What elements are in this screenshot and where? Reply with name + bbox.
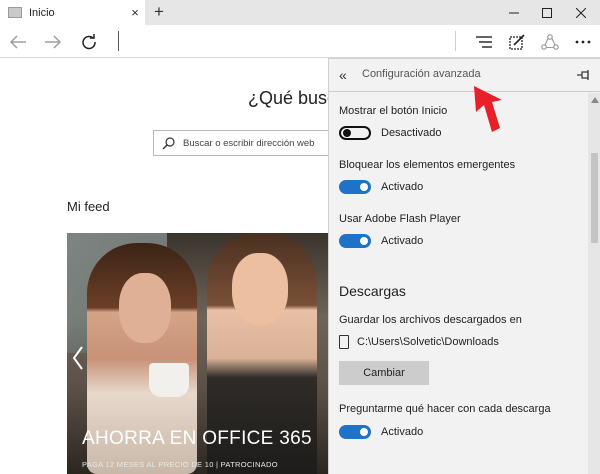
toggle-switch[interactable] [339, 126, 371, 140]
annotation-arrow-icon [474, 86, 502, 132]
toggle-switch[interactable] [339, 425, 371, 439]
tab-inicio[interactable]: Inicio × [0, 0, 145, 25]
scroll-thumb[interactable] [591, 153, 598, 243]
page-heading: ¿Qué busc [248, 88, 337, 108]
advanced-settings-panel: « Configuración avanzada Mostrar el botó… [328, 58, 600, 474]
feed-card[interactable]: AHORRA EN OFFICE 365 PAGA 12 MESES AL PR… [67, 233, 329, 474]
card-subtitle: PAGA 12 MESES AL PRECIO DE 10 | PATROCIN… [82, 460, 278, 469]
tab-close-button[interactable]: × [125, 5, 145, 20]
toggle-state: Activado [381, 426, 424, 438]
photo-face [232, 253, 288, 325]
arrow-right-icon [45, 35, 61, 48]
forward-nav-button[interactable] [38, 25, 68, 58]
refresh-button[interactable] [74, 25, 104, 58]
hub-button[interactable] [469, 25, 499, 58]
photo-cup [149, 363, 189, 397]
toggle-state: Activado [381, 181, 424, 193]
setting-label-home-button: Mostrar el botón Inicio [339, 105, 448, 117]
change-folder-button[interactable]: Cambiar [339, 361, 429, 385]
more-button[interactable] [568, 25, 598, 58]
downloads-heading: Descargas [339, 283, 406, 299]
toggle-state: Desactivado [381, 127, 442, 139]
web-note-button[interactable] [502, 25, 532, 58]
minimize-icon [508, 12, 519, 13]
scroll-up-icon[interactable] [591, 97, 599, 103]
toggle-state: Activado [381, 235, 424, 247]
share-icon [541, 33, 559, 50]
toggle-ask-each-download[interactable]: Activado [339, 424, 423, 440]
toggle-popups[interactable]: Activado [339, 179, 423, 195]
page-icon [8, 7, 22, 18]
minimize-button[interactable] [497, 0, 530, 25]
web-note-icon [509, 33, 525, 50]
arrow-left-icon [10, 35, 26, 48]
setting-label-flash: Usar Adobe Flash Player [339, 213, 461, 225]
new-tab-button[interactable]: + [147, 2, 171, 24]
setting-label-popups: Bloquear los elementos emergentes [339, 159, 516, 171]
refresh-icon [82, 33, 96, 49]
card-title: AHORRA EN OFFICE 365 [82, 428, 312, 449]
panel-header: « Configuración avanzada [329, 59, 600, 92]
share-button[interactable] [535, 25, 565, 58]
pin-icon[interactable] [577, 69, 591, 81]
chevron-left-icon[interactable] [71, 345, 85, 371]
ask-each-download-label: Preguntarme qué hacer con cada descarga [339, 403, 551, 415]
toolbar-divider [455, 31, 456, 51]
folder-icon [339, 335, 349, 349]
search-input[interactable]: Buscar o escribir dirección web [153, 130, 353, 156]
feed-heading: Mi feed [67, 199, 110, 214]
more-icon [575, 40, 591, 43]
toggle-switch[interactable] [339, 234, 371, 248]
downloads-path: C:\Users\Solvetic\Downloads [357, 336, 499, 348]
maximize-button[interactable] [530, 0, 563, 25]
toggle-home-button[interactable]: Desactivado [339, 125, 442, 141]
toggle-switch[interactable] [339, 180, 371, 194]
tab-title: Inicio [29, 6, 55, 19]
panel-title: Configuración avanzada [362, 68, 481, 80]
title-bar: Inicio × + [0, 0, 600, 25]
close-icon [575, 7, 586, 18]
close-window-button[interactable] [564, 0, 597, 25]
hub-icon [476, 35, 492, 48]
panel-scrollbar[interactable] [588, 93, 600, 474]
back-nav-button[interactable] [3, 25, 33, 58]
search-placeholder: Buscar o escribir dirección web [183, 137, 315, 149]
maximize-icon [541, 7, 552, 18]
back-button[interactable]: « [339, 67, 353, 83]
search-icon [162, 137, 175, 150]
downloads-path-row: C:\Users\Solvetic\Downloads [339, 335, 499, 349]
photo-face [119, 273, 171, 343]
toggle-flash[interactable]: Activado [339, 233, 423, 249]
navigation-bar [0, 25, 600, 58]
downloads-location-label: Guardar los archivos descargados en [339, 314, 522, 326]
address-bar-caret[interactable] [118, 31, 119, 51]
